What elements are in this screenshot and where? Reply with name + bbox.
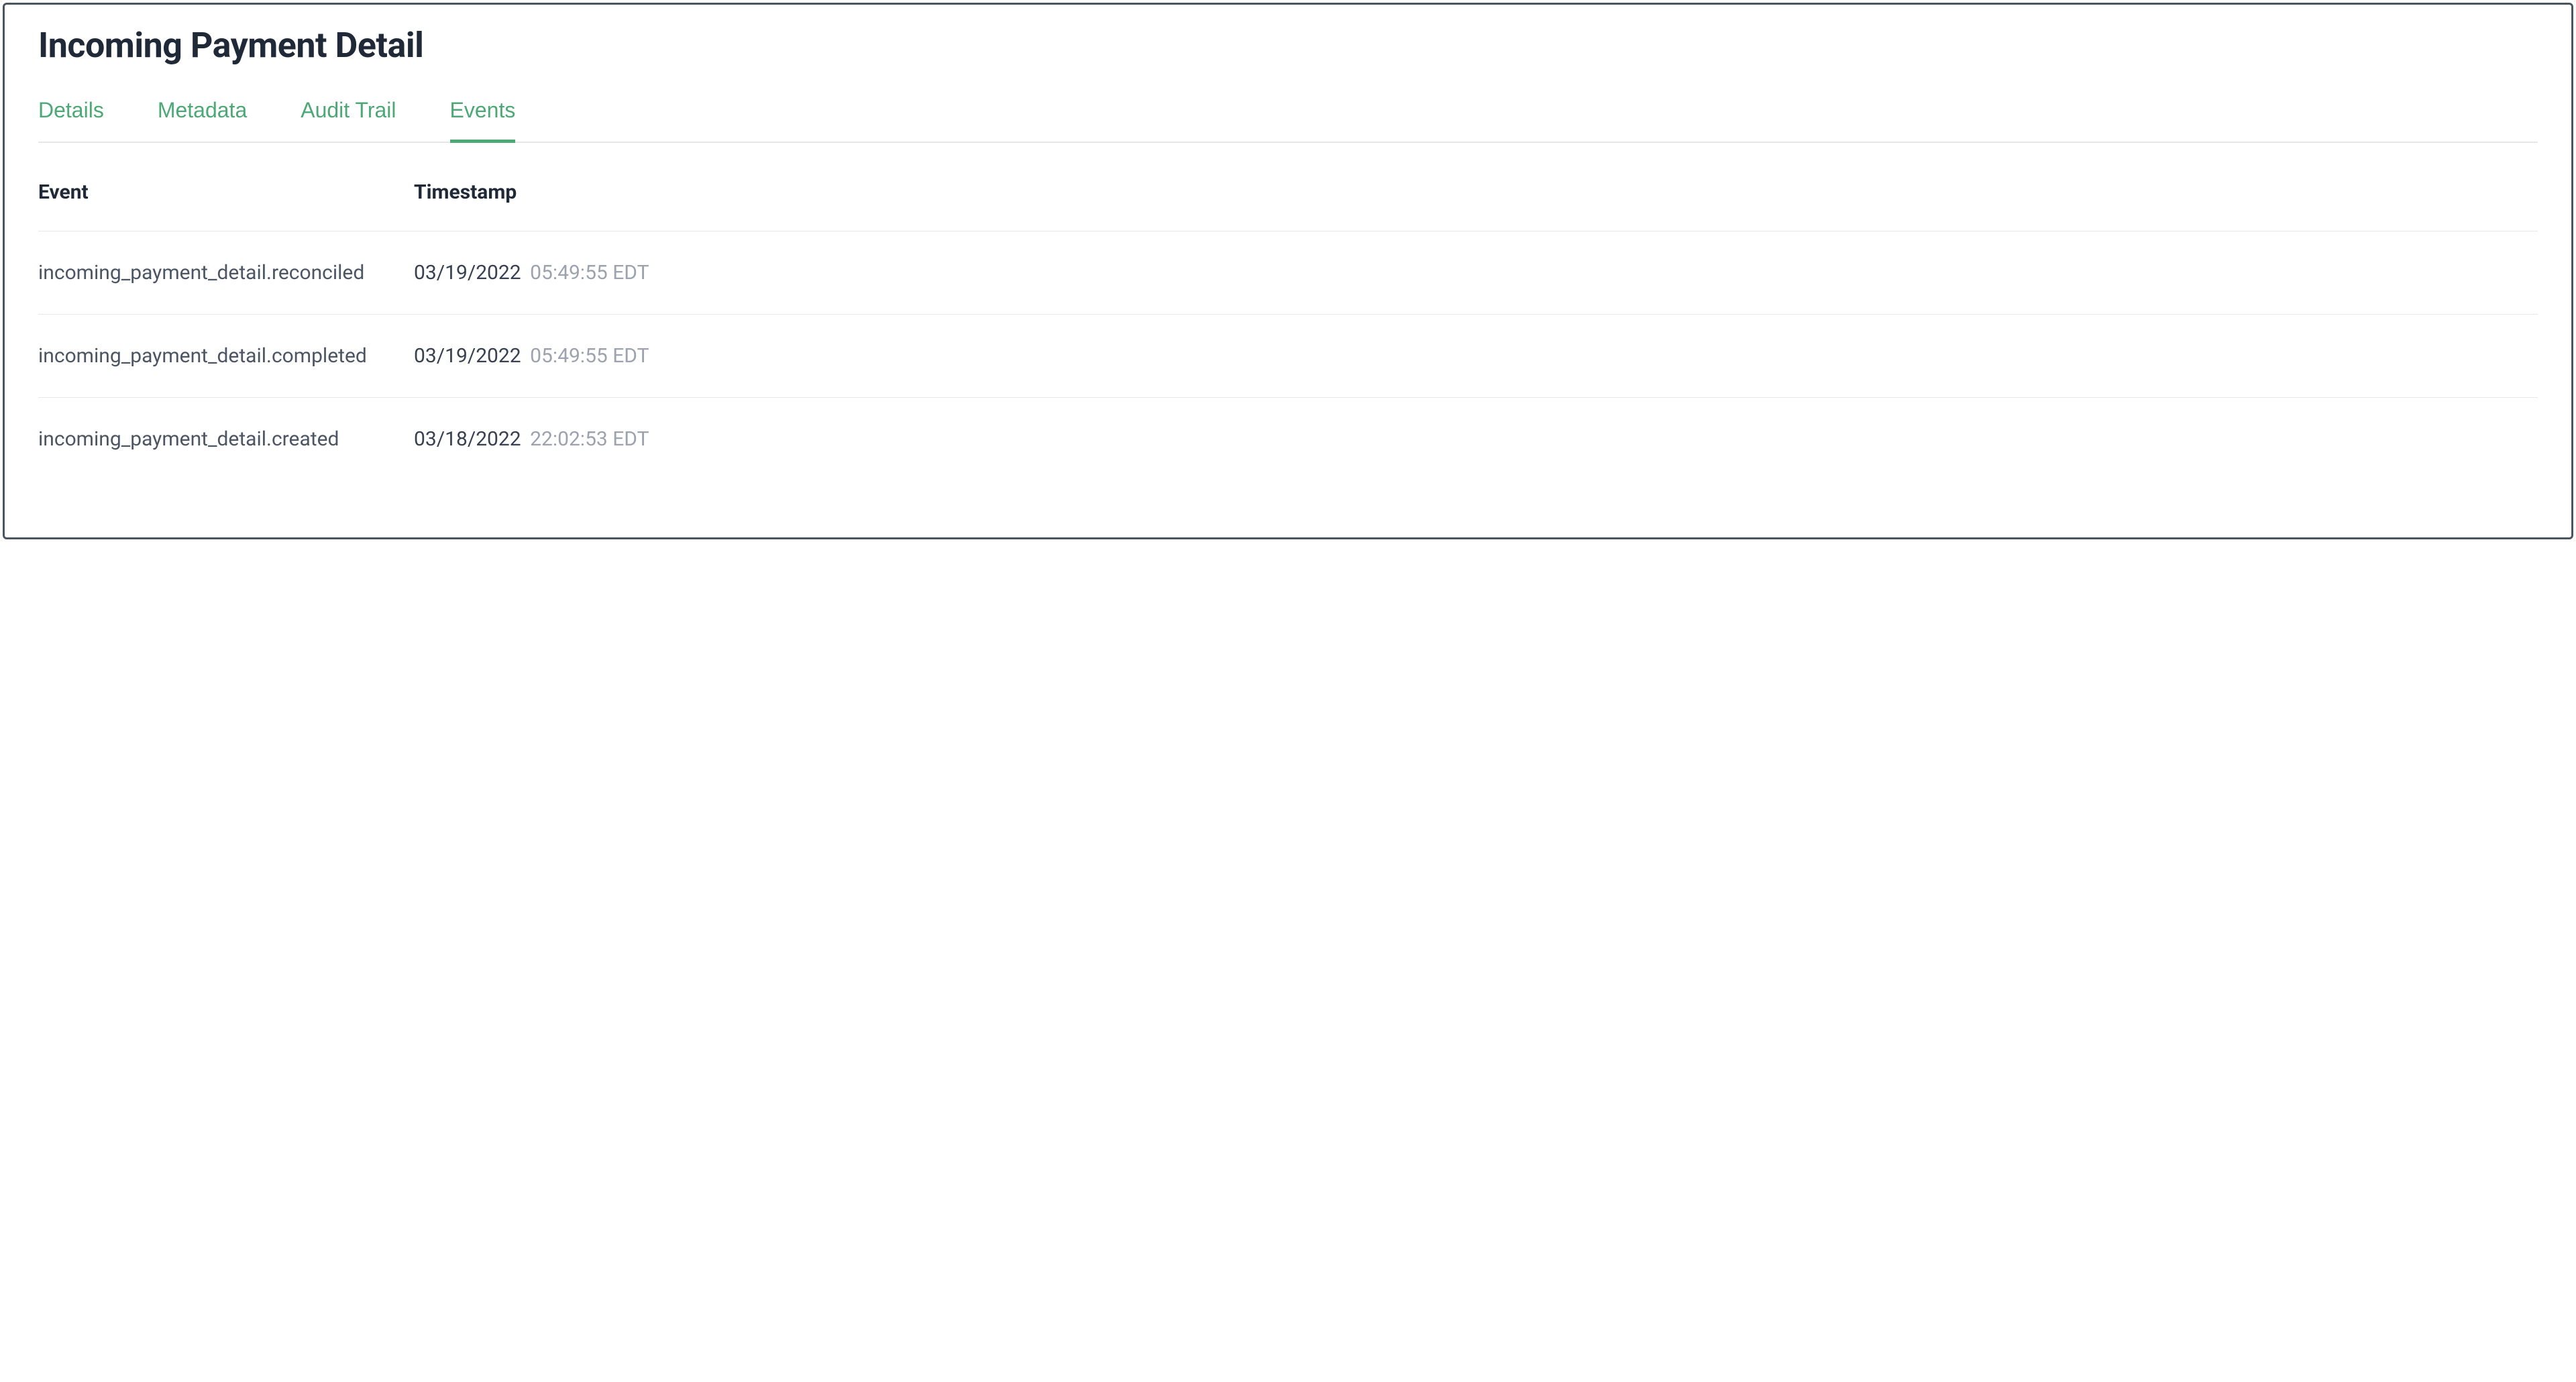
timestamp-time: 05:49:55 EDT <box>530 261 649 284</box>
event-timestamp: 03/19/2022 05:49:55 EDT <box>414 344 2538 368</box>
event-name: incoming_payment_detail.completed <box>38 344 414 368</box>
table-row[interactable]: incoming_payment_detail.reconciled 03/19… <box>38 231 2538 315</box>
timestamp-time: 22:02:53 EDT <box>530 427 649 451</box>
table-row[interactable]: incoming_payment_detail.created 03/18/20… <box>38 398 2538 480</box>
timestamp-date: 03/18/2022 <box>414 427 521 451</box>
timestamp-time: 05:49:55 EDT <box>530 344 649 368</box>
events-table-header: Event Timestamp <box>38 143 2538 231</box>
timestamp-date: 03/19/2022 <box>414 261 521 284</box>
timestamp-date: 03/19/2022 <box>414 344 521 368</box>
column-header-event: Event <box>38 180 414 204</box>
tab-audit-trail[interactable]: Audit Trail <box>301 98 396 142</box>
tab-details[interactable]: Details <box>38 98 104 142</box>
page-title: Incoming Payment Detail <box>38 25 2538 66</box>
event-timestamp: 03/18/2022 22:02:53 EDT <box>414 427 2538 451</box>
table-row[interactable]: incoming_payment_detail.completed 03/19/… <box>38 315 2538 398</box>
tab-bar: Details Metadata Audit Trail Events <box>38 98 2538 143</box>
event-name: incoming_payment_detail.created <box>38 427 414 451</box>
column-header-timestamp: Timestamp <box>414 180 2538 204</box>
tab-metadata[interactable]: Metadata <box>158 98 247 142</box>
event-timestamp: 03/19/2022 05:49:55 EDT <box>414 261 2538 284</box>
tab-events[interactable]: Events <box>450 98 516 142</box>
event-name: incoming_payment_detail.reconciled <box>38 261 414 284</box>
detail-panel: Incoming Payment Detail Details Metadata… <box>3 3 2573 539</box>
